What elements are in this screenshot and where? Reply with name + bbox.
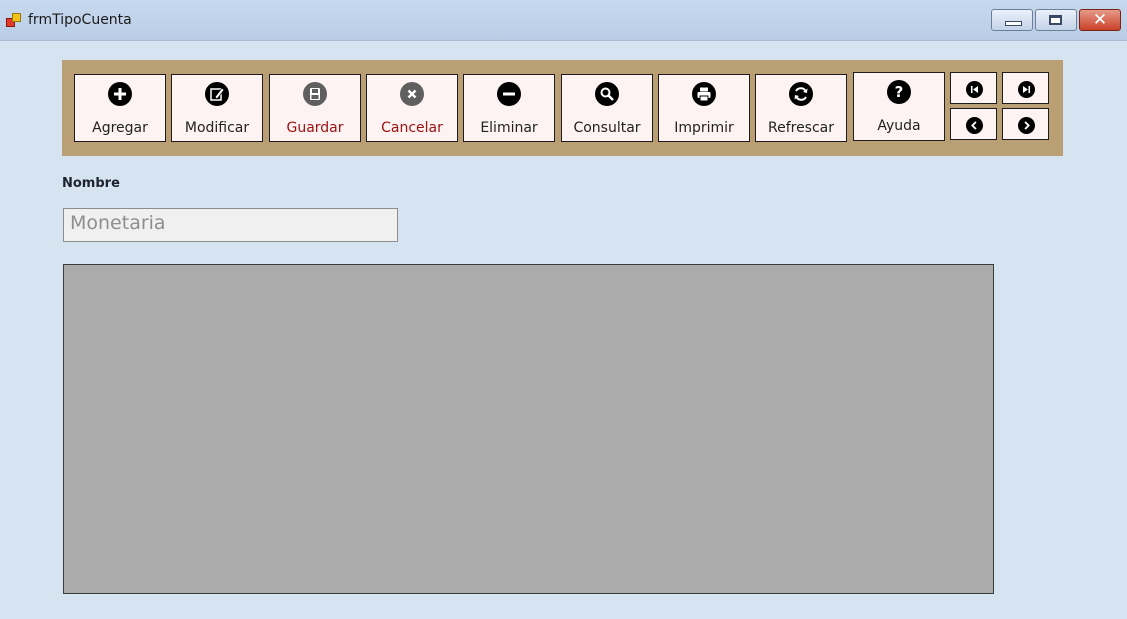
maximize-icon — [1049, 15, 1062, 25]
ayuda-button[interactable]: ? Ayuda — [853, 72, 945, 141]
plus-circle-icon — [108, 82, 132, 106]
last-record-button[interactable] — [1002, 72, 1049, 104]
refrescar-label: Refrescar — [767, 120, 835, 136]
close-icon: ✕ — [1092, 10, 1108, 30]
ayuda-label: Ayuda — [877, 118, 921, 134]
imprimir-label: Imprimir — [674, 120, 734, 136]
last-record-icon — [1018, 81, 1035, 98]
nombre-input[interactable]: Monetaria — [63, 208, 398, 242]
nombre-label: Nombre — [62, 176, 120, 191]
save-icon — [303, 82, 327, 106]
next-record-icon — [1018, 117, 1035, 134]
refrescar-button[interactable]: Refrescar — [755, 74, 847, 142]
previous-record-icon — [966, 117, 983, 134]
guardar-button[interactable]: Guardar — [269, 74, 361, 142]
consultar-button[interactable]: Consultar — [561, 74, 653, 142]
agregar-button[interactable]: Agregar — [74, 74, 166, 142]
cancelar-label: Cancelar — [381, 120, 443, 136]
data-grid[interactable] — [63, 264, 994, 594]
window-title: frmTipoCuenta — [28, 12, 132, 28]
maximize-button[interactable] — [1035, 9, 1077, 31]
imprimir-button[interactable]: Imprimir — [658, 74, 750, 142]
first-record-button[interactable] — [950, 72, 997, 104]
cancelar-button[interactable]: Cancelar — [366, 74, 458, 142]
consultar-label: Consultar — [573, 120, 641, 136]
cancel-icon — [400, 82, 424, 106]
minimize-icon — [1005, 21, 1022, 26]
guardar-label: Guardar — [286, 120, 344, 136]
first-record-icon — [966, 81, 983, 98]
agregar-label: Agregar — [92, 120, 148, 136]
svg-text:?: ? — [895, 83, 904, 101]
close-button[interactable]: ✕ — [1079, 9, 1121, 31]
minimize-button[interactable] — [991, 9, 1033, 31]
modificar-button[interactable]: Modificar — [171, 74, 263, 142]
next-record-button[interactable] — [1002, 108, 1049, 140]
refresh-icon — [789, 82, 813, 106]
toolbar: Agregar Modificar Guardar Cancelar Elimi… — [62, 60, 1063, 156]
help-icon: ? — [887, 80, 911, 104]
minus-circle-icon — [497, 82, 521, 106]
modificar-label: Modificar — [184, 120, 250, 136]
previous-record-button[interactable] — [950, 108, 997, 140]
edit-icon — [205, 82, 229, 106]
title-bar: frmTipoCuenta ✕ — [0, 0, 1127, 41]
search-icon — [595, 82, 619, 106]
eliminar-button[interactable]: Eliminar — [463, 74, 555, 142]
app-icon — [6, 13, 21, 27]
eliminar-label: Eliminar — [480, 120, 538, 136]
print-icon — [692, 82, 716, 106]
